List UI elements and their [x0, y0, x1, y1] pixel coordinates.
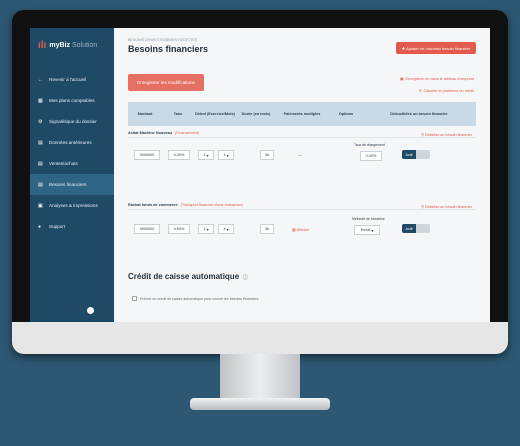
support-icon: ● [38, 223, 42, 230]
sidebar-item-label: Signalétique du dossier [49, 119, 97, 124]
sidebar-item-label: Support [49, 224, 66, 229]
column-header: Durée (en mois) [241, 111, 271, 116]
amount-input[interactable]: 3500000 [134, 224, 160, 234]
table-header: Montant Taux Début (Exercice/Mois) Durée… [128, 102, 476, 126]
option-select[interactable]: Emoti ▾ [354, 225, 380, 235]
save-button[interactable]: Enregistrer les modifications [128, 74, 204, 91]
option-select-value: Emoti [360, 228, 371, 232]
table-row: 3000000 4,00% 1 ▾ 1 ▾ 36 — Taux de charg… [128, 143, 476, 166]
app-logo[interactable]: ılı myBiz Solution [30, 40, 114, 51]
sidebar-item-donnees[interactable]: ▤ Données antérieures [30, 132, 114, 153]
active-toggle[interactable]: Actif [402, 224, 430, 233]
chevron-down-icon: ▾ [225, 227, 229, 232]
chevron-down-icon: ▾ [205, 153, 209, 158]
document-icon: ▤ [38, 160, 43, 167]
collapse-sidebar-button[interactable] [87, 307, 94, 314]
show-payments-label: Afficher [296, 227, 310, 232]
save-icon: ▣ [399, 77, 404, 81]
chevron-down-icon: ▾ [370, 228, 374, 233]
monitor-base [190, 398, 330, 410]
option-label: Taux de chargement [354, 143, 385, 147]
sidebar-item-label: Mes plans comptables [49, 98, 95, 103]
arrow-left-icon: ← [38, 76, 43, 83]
column-header: Début (Exercice/Mois) [195, 111, 235, 116]
calculate-credit-link[interactable]: ⚲ Calculer le problème du crédit [418, 88, 474, 94]
detail-link-label: Détailler un besoin financier [425, 205, 472, 209]
active-toggle-label: Actif [402, 224, 416, 233]
amount-input[interactable]: 3000000 [134, 150, 160, 160]
sidebar-item-label: Revenir à l'accueil [49, 77, 87, 82]
duration-input[interactable]: 36 [260, 224, 274, 234]
start-month-select[interactable]: 4 ▾ [218, 224, 234, 234]
logo-sub: Solution [71, 42, 98, 49]
info-icon: ⓘ [241, 275, 248, 281]
print-icon: ▣ [38, 202, 43, 209]
chevron-down-icon: ▾ [225, 153, 229, 158]
option-label: Méthode de franchise [352, 217, 385, 221]
save-to-loan-table-link[interactable]: ▣ Enregistrer en dans le tableau d'empru… [399, 76, 474, 82]
sidebar-item-analyses[interactable]: ▣ Analyses & impressions [30, 195, 114, 216]
column-header: Taux [173, 111, 183, 116]
column-header: Montant [137, 111, 153, 116]
search-icon: ⚲ [418, 89, 422, 93]
column-header: Déductibles un besoin financier [390, 111, 448, 116]
sidebar-item-label: Analyses & impressions [49, 203, 98, 208]
option-input[interactable]: 0,00% [360, 151, 382, 161]
sidebar-item-ventes[interactable]: ▤ Ventes/achats [30, 153, 114, 174]
sidebar-item-label: Ventes/achats [49, 161, 78, 166]
column-header: Options [338, 111, 354, 116]
sidebar-item-support[interactable]: ● Support [30, 216, 114, 237]
logo-name: myBiz [49, 42, 70, 49]
sidebar-item-home[interactable]: ← Revenir à l'accueil [30, 69, 114, 90]
column-header: Paiements multiples [283, 111, 321, 116]
calculate-credit-label: Calculer le problème du crédit [423, 88, 474, 93]
main-content: BESOINS D'INVESTISSEMENTS/DETTES Besoins… [114, 28, 490, 322]
financial-need-name: Achat Machine Nouveau [128, 130, 172, 135]
toggle-off-side [416, 224, 430, 233]
sidebar-item-label: Besoins financiers [49, 182, 87, 187]
active-toggle-label: Actif [402, 150, 416, 159]
multiple-payments-value: — [298, 153, 302, 157]
save-to-loan-table-label: Enregistrer en dans le tableau d'emprunt [405, 76, 474, 81]
document-icon: ▤ [38, 181, 43, 188]
auto-credit-checkbox[interactable] [132, 296, 137, 301]
rate-input[interactable]: 4,00% [168, 150, 190, 160]
table-row: 3500000 4,50% 1 ▾ 4 ▾ 36 ▦ Afficher Méth… [128, 217, 476, 240]
show-payments-link[interactable]: ▦ Afficher [292, 227, 309, 232]
financial-need-subtitle: (Financement) [174, 130, 200, 135]
sidebar-item-label: Données antérieures [49, 140, 92, 145]
sidebar-item-plans[interactable]: ▦ Mes plans comptables [30, 90, 114, 111]
logo-icon: ılı [38, 40, 47, 51]
credit-option[interactable]: Prévoir un crédit de caisse automatique … [132, 296, 258, 301]
start-month-select[interactable]: 1 ▾ [218, 150, 234, 160]
financial-need-subtitle: (Transport financier d'une entreprise) [180, 202, 243, 207]
add-financial-need-button[interactable]: ✚ Ajouter un nouveau besoin financier [395, 42, 476, 54]
start-year-select[interactable]: 1 ▾ [198, 224, 214, 234]
add-financial-need-label: Ajouter un nouveau besoin financier [406, 45, 470, 51]
detail-financial-need-link[interactable]: ⚲ Détailler un besoin financier [421, 204, 472, 209]
credit-section-title-text: Crédit de caisse automatique [128, 272, 240, 281]
monitor-stand [220, 354, 300, 400]
rate-input[interactable]: 4,50% [168, 224, 190, 234]
screen: ılı myBiz Solution ← Revenir à l'accueil… [30, 28, 490, 322]
grid-icon: ▦ [38, 97, 43, 104]
detail-financial-need-link[interactable]: ⚲ Détailler un besoin financier [421, 132, 472, 137]
gear-icon: ⚙ [38, 118, 43, 125]
active-toggle[interactable]: Actif [402, 150, 430, 159]
start-year-select[interactable]: 1 ▾ [198, 150, 214, 160]
toggle-off-side [416, 150, 430, 159]
document-icon: ▤ [38, 139, 43, 146]
sidebar-item-besoins[interactable]: ▤ Besoins financiers [30, 174, 114, 195]
sidebar-item-signaletique[interactable]: ⚙ Signalétique du dossier [30, 111, 114, 132]
financial-need-name: Rachat fonds de commerce [128, 202, 178, 207]
duration-input[interactable]: 36 [260, 150, 274, 160]
credit-section-title: Crédit de caisse automatique ⓘ [128, 272, 248, 281]
sidebar: ılı myBiz Solution ← Revenir à l'accueil… [30, 28, 114, 322]
monitor-chin [12, 322, 508, 354]
credit-option-label: Prévoir un crédit de caisse automatique … [140, 296, 259, 301]
chevron-down-icon: ▾ [205, 227, 209, 232]
detail-link-label: Détailler un besoin financier [425, 133, 472, 137]
